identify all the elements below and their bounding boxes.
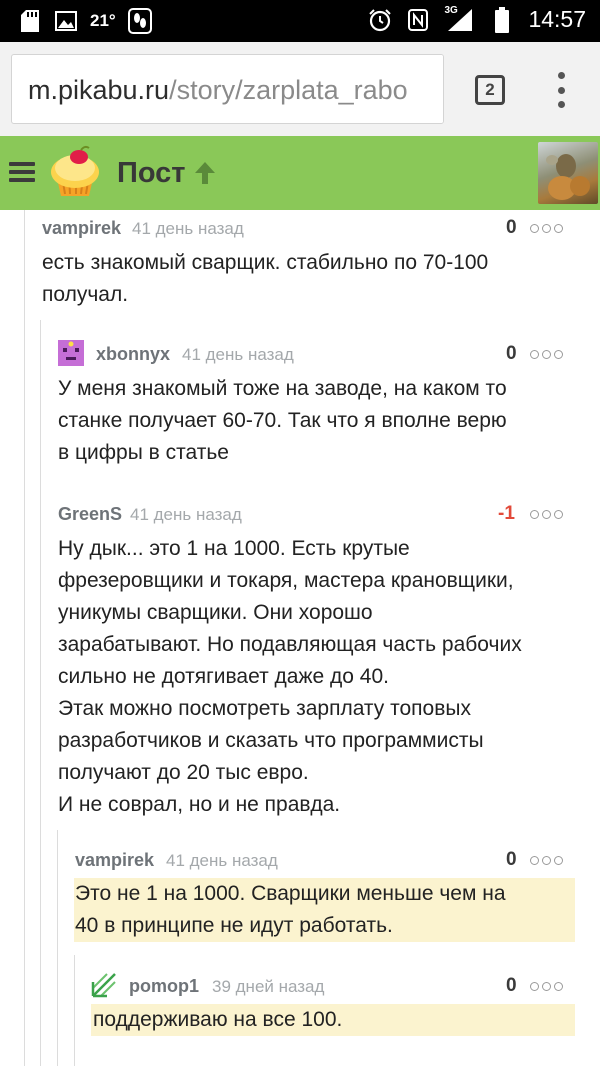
comment-header: pomop1 39 дней назад 0 bbox=[91, 970, 582, 1002]
comment-line: зарабатывают. Но подавляющая часть рабоч… bbox=[58, 633, 522, 656]
comment-author[interactable]: vampirek bbox=[42, 218, 121, 239]
thread-guide bbox=[57, 830, 58, 1066]
clock: 14:57 bbox=[528, 6, 586, 32]
comment-rating: -1 bbox=[498, 503, 515, 524]
pikabu-logo[interactable] bbox=[47, 144, 103, 200]
more-options-icon[interactable] bbox=[530, 350, 563, 359]
hamburger-icon[interactable] bbox=[9, 162, 35, 182]
arrow-up-icon[interactable] bbox=[193, 160, 217, 186]
url-fade bbox=[403, 55, 443, 123]
status-bar: 21° 3G 14:57 bbox=[0, 0, 600, 42]
comment-rating: 0 bbox=[506, 849, 517, 870]
comment-line: сильно не дотягивает даже до 40. bbox=[58, 665, 389, 688]
nfc-icon bbox=[406, 7, 430, 33]
more-options-icon[interactable] bbox=[530, 510, 563, 519]
comment-line: Этак можно посмотреть зарплату топовых bbox=[58, 697, 471, 720]
comment: pomop1 39 дней назад 0 поддерживаю на вс… bbox=[91, 970, 582, 1036]
temperature: 21° bbox=[90, 11, 116, 30]
signal-icon: 3G bbox=[444, 5, 476, 33]
comment-author[interactable]: GreenS bbox=[58, 504, 122, 525]
comment: vampirek 41 день назад 0 есть знакомый с… bbox=[42, 212, 582, 311]
thread-guide bbox=[40, 320, 41, 1066]
battery-icon bbox=[490, 6, 514, 33]
comment: GreenS 41 день назад -1 Ну дык... это 1 … bbox=[58, 498, 582, 821]
tab-switcher-button[interactable]: 2 bbox=[475, 75, 505, 105]
comment-line: У меня знакомый тоже на заводе, на каком… bbox=[58, 377, 507, 400]
comment-time: 41 день назад bbox=[132, 219, 244, 238]
image-icon bbox=[54, 8, 78, 34]
page-title: Пост bbox=[117, 157, 186, 189]
comment-line: в цифры в статье bbox=[58, 441, 229, 464]
user-avatar[interactable] bbox=[538, 142, 598, 204]
comment-line: фрезеровщики и токаря, мастера крановщик… bbox=[58, 569, 514, 592]
comment: vampirek 41 день назад 0 Это не 1 на 100… bbox=[74, 844, 582, 942]
sd-card-icon bbox=[18, 8, 42, 34]
comment-line: разработчиков и сказать что программисты bbox=[58, 729, 484, 752]
url-host: m.pikabu.ru bbox=[28, 75, 170, 105]
comment: xbonnyx 41 день назад 0 У меня знакомый … bbox=[58, 338, 582, 469]
comment-line: получают до 20 тыс евро. bbox=[58, 761, 309, 784]
comment-text: Ну дык... это 1 на 1000. Есть крутые фре… bbox=[58, 533, 582, 821]
comment-rating: 0 bbox=[506, 217, 517, 238]
site-header: Пост bbox=[0, 136, 600, 210]
comment-line: уникумы сварщики. Они хорошо bbox=[58, 601, 373, 624]
comment-rating: 0 bbox=[506, 975, 517, 996]
footprint-icon bbox=[127, 8, 152, 34]
comment-text: поддерживаю на все 100. bbox=[91, 1004, 575, 1036]
comment-line: станке получает 60-70. Так что я вполне … bbox=[58, 409, 507, 432]
comment-time: 41 день назад bbox=[166, 851, 278, 870]
comment-header: GreenS 41 день назад -1 bbox=[58, 498, 582, 530]
comment-line: И не соврал, но и не правда. bbox=[58, 793, 341, 816]
comment-author[interactable]: pomop1 bbox=[129, 976, 199, 997]
comment-line: есть знакомый сварщик. стабильно по 70-1… bbox=[42, 251, 489, 274]
url-text[interactable]: m.pikabu.ru/story/zarplata_rabo bbox=[28, 75, 408, 106]
avatar[interactable] bbox=[58, 340, 84, 366]
more-options-icon[interactable] bbox=[530, 856, 563, 865]
comment-author[interactable]: vampirek bbox=[75, 850, 154, 871]
comment-rating: 0 bbox=[506, 343, 517, 364]
comment-author[interactable]: xbonnyx bbox=[96, 344, 170, 365]
more-options-icon[interactable] bbox=[530, 982, 563, 991]
comment-header: vampirek 41 день назад 0 bbox=[42, 212, 582, 244]
comment-header: xbonnyx 41 день назад 0 bbox=[58, 338, 582, 370]
thread-guide bbox=[74, 955, 75, 1066]
alarm-icon bbox=[368, 7, 392, 33]
menu-dots-icon[interactable] bbox=[553, 72, 569, 108]
comment-text: У меня знакомый тоже на заводе, на каком… bbox=[58, 373, 582, 469]
address-bar[interactable]: m.pikabu.ru/story/zarplata_rabo bbox=[11, 54, 444, 124]
more-options-icon[interactable] bbox=[530, 224, 563, 233]
comment-line: 40 в принципе не идут работать. bbox=[75, 914, 393, 937]
comment-header: vampirek 41 день назад 0 bbox=[74, 844, 582, 876]
comment-line: Это не 1 на 1000. Сварщики меньше чем на bbox=[75, 882, 506, 905]
comment-time: 39 дней назад bbox=[212, 977, 325, 996]
thread-guide bbox=[24, 210, 25, 1066]
comment-time: 41 день назад bbox=[130, 505, 242, 524]
comment-time: 41 день назад bbox=[182, 345, 294, 364]
comment-line: Ну дык... это 1 на 1000. Есть крутые bbox=[58, 537, 410, 560]
comment-text: есть знакомый сварщик. стабильно по 70-1… bbox=[42, 247, 582, 311]
url-path: /story/zarplata_rabo bbox=[169, 75, 408, 105]
avatar[interactable] bbox=[91, 972, 117, 998]
browser-toolbar: m.pikabu.ru/story/zarplata_rabo 2 bbox=[0, 42, 600, 136]
comment-text: Это не 1 на 1000. Сварщики меньше чем на… bbox=[74, 878, 575, 942]
comment-line: получал. bbox=[42, 283, 129, 306]
comment-thread: vampirek 41 день назад 0 есть знакомый с… bbox=[0, 210, 600, 1066]
comment-line: поддерживаю на все 100. bbox=[93, 1008, 343, 1031]
